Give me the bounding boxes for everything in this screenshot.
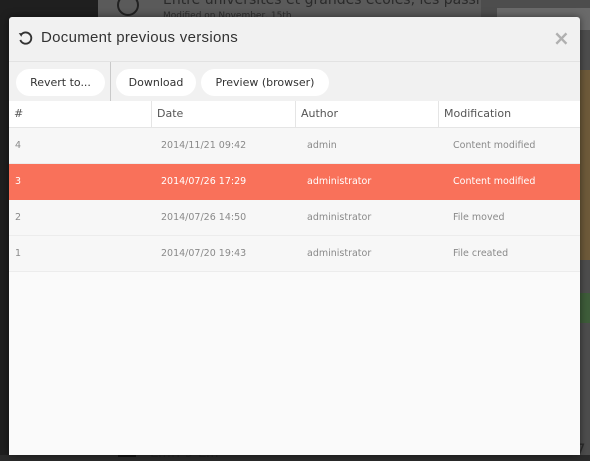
cell-number: 4 — [15, 140, 22, 151]
cell-date: 2014/11/21 09:42 — [161, 140, 247, 151]
cell-date: 2014/07/20 19:43 — [161, 248, 247, 259]
cell-number: 3 — [15, 176, 22, 187]
cell-modification: Content modified — [453, 176, 536, 187]
cell-author: administrator — [307, 248, 372, 259]
toolbar-divider — [110, 62, 111, 102]
column-header-author[interactable]: Author — [296, 101, 439, 127]
table-row[interactable]: 1 2014/07/20 19:43 administrator File cr… — [9, 236, 580, 272]
cell-modification: File moved — [453, 212, 505, 223]
column-header-date[interactable]: Date — [152, 101, 296, 127]
column-header-number[interactable]: # — [9, 101, 152, 127]
cell-number: 1 — [15, 248, 22, 259]
cell-author: admin — [307, 140, 337, 151]
cell-date: 2014/07/26 17:29 — [161, 176, 247, 187]
cell-modification: File created — [453, 248, 509, 259]
versions-table: # Date Author Modification 4 2014/11/21 … — [9, 101, 580, 455]
dialog-header: Document previous versions × — [9, 17, 580, 61]
table-header: # Date Author Modification — [9, 101, 580, 128]
history-icon — [18, 31, 33, 45]
table-row[interactable]: 4 2014/11/21 09:42 admin Content modifie… — [9, 128, 580, 164]
cell-date: 2014/07/26 14:50 — [161, 212, 247, 223]
table-row[interactable]: 2 2014/07/26 14:50 administrator File mo… — [9, 200, 580, 236]
column-header-modification[interactable]: Modification — [439, 101, 580, 127]
dialog-toolbar: Revert to... Download Preview (browser) — [9, 61, 580, 102]
close-icon[interactable]: × — [553, 28, 570, 48]
download-button[interactable]: Download — [116, 69, 196, 96]
background-item-title: Entre universités et grandes écoles, les… — [163, 0, 494, 8]
table-row-selected[interactable]: 3 2014/07/26 17:29 administrator Content… — [9, 164, 580, 200]
versions-dialog: Document previous versions × Revert to..… — [9, 17, 580, 455]
cell-author: administrator — [307, 212, 372, 223]
cell-modification: Content modified — [453, 140, 536, 151]
cell-author: administrator — [307, 176, 372, 187]
preview-button[interactable]: Preview (browser) — [201, 69, 329, 96]
revert-button[interactable]: Revert to... — [16, 69, 105, 96]
cell-number: 2 — [15, 212, 22, 223]
dialog-title: Document previous versions — [41, 29, 239, 46]
